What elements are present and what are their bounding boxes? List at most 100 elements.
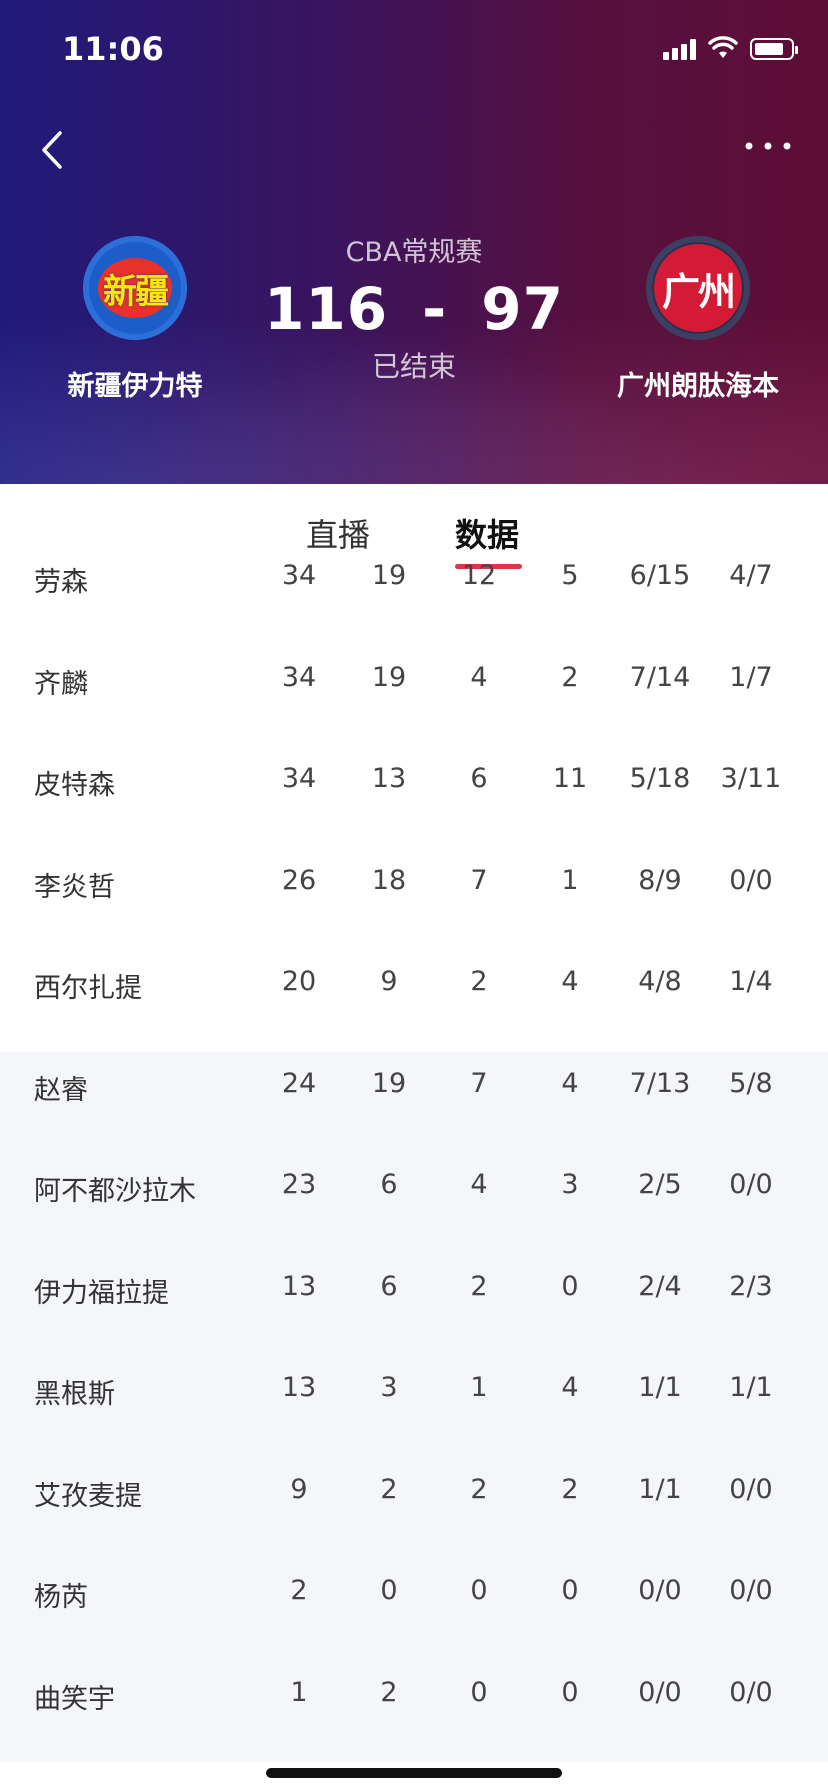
stat-cell: 1/1 [638,1473,682,1505]
stat-cell: 4 [561,1372,579,1403]
away-team-logo: 广州 [646,236,750,340]
stat-cell: 34 [281,763,317,794]
stat-cell: 1 [470,1372,488,1403]
stat-cell: 4/7 [729,560,773,591]
stat-cell: 24 [281,1067,317,1099]
stat-cell: 19 [371,1067,407,1099]
more-options-button[interactable] [738,126,798,166]
player-row[interactable]: 劳森 34 19 12 5 6/15 4/7 [0,544,828,646]
stat-cell: 2 [380,1676,398,1708]
match-status: 已结束 [371,350,456,383]
stat-cell: 2/3 [729,1270,773,1302]
player-row[interactable]: 李炎哲 26 18 7 1 8/9 0/0 [0,849,828,951]
stat-cell: 9 [290,1473,308,1505]
player-row[interactable]: 齐麟 34 19 4 2 7/14 1/7 [0,646,828,748]
stat-cell: 8/9 [638,864,682,896]
stat-cell: 18 [371,864,407,896]
player-name: 伊力福拉提 [34,1277,169,1309]
stat-cell: 4 [470,661,488,693]
player-row[interactable]: 西尔扎提 20 9 2 4 4/8 1/4 [0,950,828,1052]
stat-cell: 0/0 [729,1473,773,1505]
home-team-name: 新疆伊力特 [67,371,203,402]
stat-cell: 13 [371,763,407,794]
home-indicator[interactable] [266,1768,562,1778]
stat-cell: 1/4 [729,966,773,997]
player-row[interactable]: 赵睿 24 19 7 4 7/13 5/8 [0,1051,828,1153]
stat-cell: 2/4 [638,1270,682,1302]
home-team[interactable]: 新疆 新疆伊力特 [25,236,245,403]
stat-cell: 0 [470,1676,488,1708]
back-button[interactable] [30,120,74,180]
stat-cell: 7/14 [629,661,691,693]
stats-content: 直播 数据 劳森 34 19 12 5 6/15 4/7 齐麟 34 19 4 2 7/14 1/7 皮特森… [0,484,828,1792]
stat-cell: 0 [470,1575,488,1606]
stat-cell: 3/11 [720,763,782,794]
stat-cell: 19 [371,560,407,591]
stat-cell: 4 [470,1169,488,1200]
stat-cell: 2 [470,966,488,997]
player-name: 李炎哲 [34,871,115,903]
stat-cell: 9 [380,966,398,997]
player-name: 赵睿 [34,1074,88,1106]
player-row[interactable]: 曲笑宇 1 2 0 0 0/0 0/0 [0,1660,828,1762]
player-name: 西尔扎提 [34,973,142,1004]
battery-icon [750,38,798,60]
player-row[interactable]: 伊力福拉提 13 6 2 0 2/4 2/3 [0,1254,828,1356]
player-name: 劳森 [34,567,88,598]
status-bar: 11:06 [0,0,828,100]
player-name: 皮特森 [34,770,115,801]
away-logo-text: 广州 [661,269,736,314]
stat-cell: 6/15 [629,560,691,591]
stat-cell: 34 [281,560,317,591]
stat-cell: 3 [380,1372,398,1403]
chevron-left-icon [42,131,62,169]
away-score: 97 [481,275,564,343]
stat-cell: 2 [380,1473,398,1505]
match-header: 11:06 新疆 新疆伊力特 CBA常规赛 116 - 97 已结束 广州 广州… [0,0,828,484]
stat-cell: 26 [281,864,317,896]
stat-cell: 23 [281,1169,317,1200]
stat-cell: 0 [380,1575,398,1606]
player-row[interactable]: 艾孜麦提 9 2 2 2 1/1 0/0 [0,1457,828,1559]
stat-cell: 1 [290,1676,308,1708]
home-logo-text: 新疆 [103,271,169,312]
stat-cell: 4 [561,1067,579,1099]
stat-cell: 5 [561,560,579,591]
home-team-logo: 新疆 [83,236,187,340]
player-row[interactable]: 阿不都沙拉木 23 6 4 3 2/5 0/0 [0,1153,828,1255]
home-score: 116 [264,275,389,343]
score-separator: - [422,275,448,343]
player-row[interactable]: 杨芮 2 0 0 0 0/0 0/0 [0,1559,828,1661]
stat-cell: 0/0 [729,1676,773,1708]
status-time: 11:06 [62,30,164,68]
stat-cell: 1/1 [729,1372,773,1403]
stat-cell: 1 [561,864,579,896]
stat-cell: 2/5 [638,1169,682,1200]
stat-cell: 0 [561,1270,579,1302]
stat-cell: 7/13 [629,1067,691,1099]
stat-cell: 7 [470,864,488,896]
stat-cell: 1/1 [638,1372,682,1403]
stat-cell: 5/18 [629,763,691,794]
away-team-name: 广州朗肽海本 [617,371,779,402]
player-name: 阿不都沙拉木 [34,1176,196,1207]
stat-cell: 19 [371,661,407,693]
stat-cell: 3 [561,1169,579,1200]
player-row[interactable]: 皮特森 34 13 6 11 5/18 3/11 [0,747,828,849]
wifi-icon [708,36,738,58]
stat-cell: 13 [281,1270,317,1302]
player-stats-table: 劳森 34 19 12 5 6/15 4/7 齐麟 34 19 4 2 7/14 1/7 皮特森 34 13 6 1… [0,544,828,1762]
player-row[interactable]: 黑根斯 13 3 1 4 1/1 1/1 [0,1356,828,1458]
stat-cell: 6 [470,763,488,794]
stat-cell: 6 [380,1169,398,1200]
stat-cell: 1/7 [729,661,773,693]
player-name: 黑根斯 [34,1379,115,1410]
stat-cell: 0/0 [638,1676,682,1708]
away-team[interactable]: 广州 广州朗肽海本 [578,236,818,403]
match-score-panel: CBA常规赛 116 - 97 已结束 [264,230,564,385]
stat-cell: 0/0 [638,1575,682,1606]
stat-cell: 6 [380,1270,398,1302]
stat-cell: 2 [561,661,579,693]
status-icons [663,36,798,60]
stat-cell: 4 [561,966,579,997]
